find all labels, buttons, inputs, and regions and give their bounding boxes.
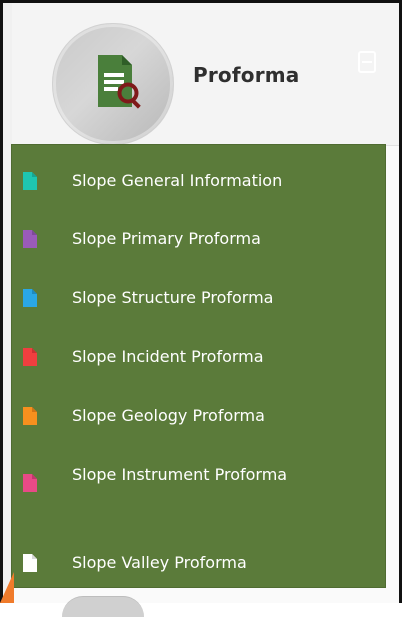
proforma-menu: Slope General Information Slope Primary … (12, 145, 385, 587)
next-avatar (62, 596, 144, 617)
file-icon (23, 554, 37, 572)
file-icon (23, 474, 37, 492)
menu-item-label: Slope Incident Proforma (72, 347, 264, 366)
collapse-icon[interactable] (358, 51, 376, 73)
menu-item-label: Slope Geology Proforma (72, 406, 265, 425)
menu-item-slope-primary-proforma[interactable]: Slope Primary Proforma (12, 213, 385, 265)
menu-item-slope-geology-proforma[interactable]: Slope Geology Proforma (12, 390, 385, 442)
menu-item-label: Slope Instrument Proforma (72, 465, 288, 484)
menu-item-label: Slope Structure Proforma (72, 288, 274, 307)
file-icon (23, 289, 37, 307)
menu-item-label: Slope General Information (72, 171, 283, 190)
file-icon (23, 230, 37, 248)
menu-item-slope-general-information[interactable]: Slope General Information (12, 155, 385, 207)
file-icon (23, 172, 37, 190)
header: Proforma (12, 3, 399, 146)
menu-item-label: Slope Valley Proforma (72, 553, 247, 572)
menu-item-slope-valley-proforma[interactable]: Slope Valley Proforma (12, 537, 385, 589)
menu-item-slope-structure-proforma[interactable]: Slope Structure Proforma (12, 272, 385, 324)
menu-item-slope-incident-proforma[interactable]: Slope Incident Proforma (12, 331, 385, 383)
menu-item-slope-instrument-proforma[interactable]: Slope Instrument Proforma (12, 448, 385, 518)
page-title: Proforma (193, 63, 300, 87)
menu-item-label: Slope Primary Proforma (72, 229, 261, 248)
file-icon (23, 407, 37, 425)
document-search-icon (98, 55, 141, 109)
file-icon (23, 348, 37, 366)
